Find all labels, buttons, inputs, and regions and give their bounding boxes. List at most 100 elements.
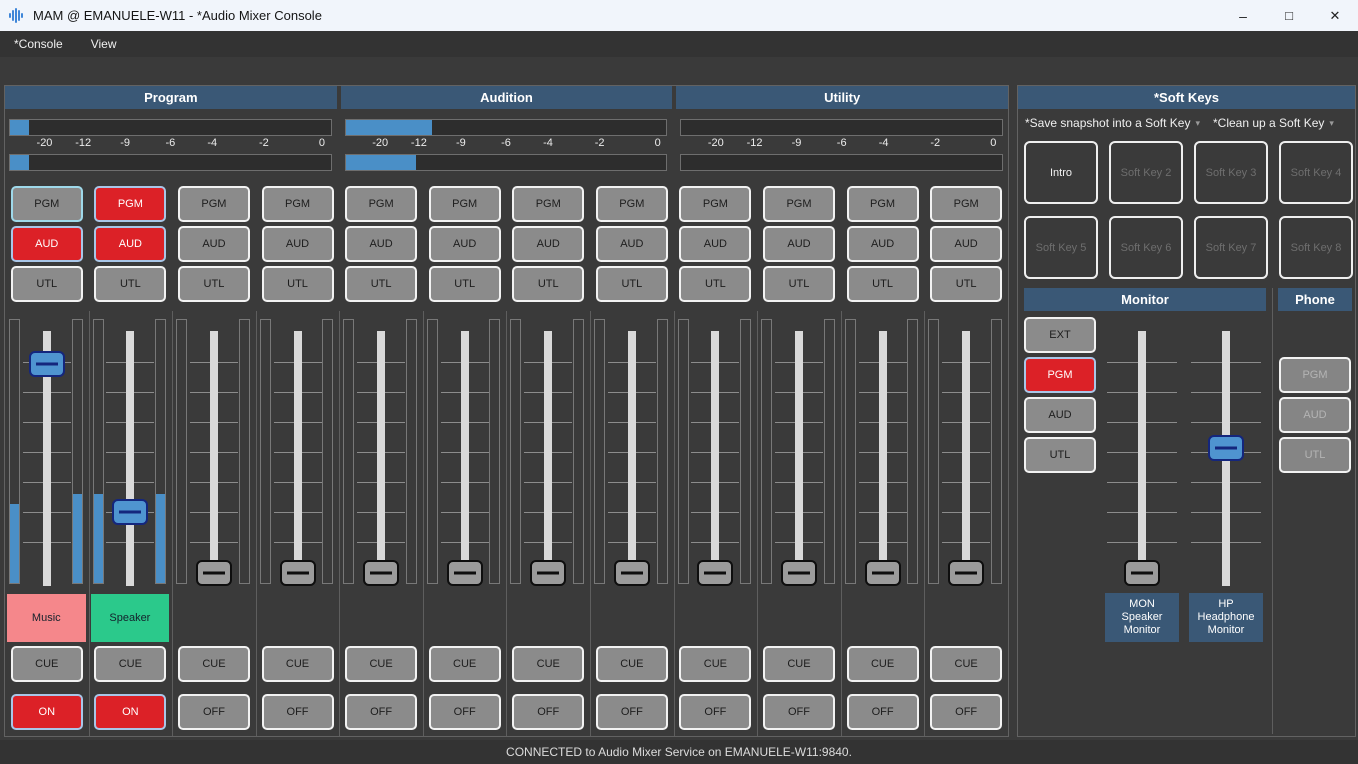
- cue-button[interactable]: CUE: [429, 646, 501, 682]
- power-button[interactable]: OFF: [178, 694, 250, 730]
- power-button[interactable]: OFF: [262, 694, 334, 730]
- power-button[interactable]: OFF: [512, 694, 584, 730]
- fader-handle[interactable]: [280, 560, 316, 586]
- fader-area: [590, 311, 674, 596]
- cue-button[interactable]: CUE: [763, 646, 835, 682]
- utl-bus-button[interactable]: UTL: [178, 266, 250, 302]
- fader-handle[interactable]: [530, 560, 566, 586]
- fader-handle[interactable]: [781, 560, 817, 586]
- utl-bus-button[interactable]: UTL: [1279, 437, 1351, 473]
- soft-key-button[interactable]: Intro: [1024, 141, 1098, 204]
- power-button[interactable]: OFF: [596, 694, 668, 730]
- pgm-bus-button[interactable]: PGM: [178, 186, 250, 222]
- utl-bus-button[interactable]: UTL: [11, 266, 83, 302]
- cue-button[interactable]: CUE: [94, 646, 166, 682]
- utl-bus-button[interactable]: UTL: [596, 266, 668, 302]
- fader-handle[interactable]: [363, 560, 399, 586]
- soft-key-button[interactable]: Soft Key 5: [1024, 216, 1098, 279]
- soft-key-button[interactable]: Soft Key 7: [1194, 216, 1268, 279]
- aud-bus-button[interactable]: AUD: [262, 226, 334, 262]
- power-button[interactable]: OFF: [345, 694, 417, 730]
- power-button[interactable]: OFF: [429, 694, 501, 730]
- soft-key-button[interactable]: Soft Key 2: [1109, 141, 1183, 204]
- fader-handle[interactable]: [948, 560, 984, 586]
- channel-strip: PGM AUD UTL CUE OFF: [339, 186, 423, 736]
- utl-bus-button[interactable]: UTL: [847, 266, 919, 302]
- pgm-bus-button[interactable]: PGM: [596, 186, 668, 222]
- pgm-bus-button[interactable]: PGM: [345, 186, 417, 222]
- save-snapshot-dropdown[interactable]: *Save snapshot into a Soft Key ▾: [1025, 116, 1200, 130]
- fader-handle[interactable]: [865, 560, 901, 586]
- cue-button[interactable]: CUE: [262, 646, 334, 682]
- cue-button[interactable]: CUE: [596, 646, 668, 682]
- fader-handle[interactable]: [29, 351, 65, 377]
- aud-bus-button[interactable]: AUD: [94, 226, 166, 262]
- aud-bus-button[interactable]: AUD: [847, 226, 919, 262]
- utl-bus-button[interactable]: UTL: [930, 266, 1002, 302]
- aud-bus-button[interactable]: AUD: [679, 226, 751, 262]
- aud-bus-button[interactable]: AUD: [512, 226, 584, 262]
- cue-button[interactable]: CUE: [345, 646, 417, 682]
- aud-bus-button[interactable]: AUD: [1279, 397, 1351, 433]
- fader-handle[interactable]: [697, 560, 733, 586]
- utl-bus-button[interactable]: UTL: [512, 266, 584, 302]
- aud-bus-button[interactable]: AUD: [596, 226, 668, 262]
- ext-bus-button[interactable]: EXT: [1024, 317, 1096, 353]
- close-button[interactable]: ✕: [1312, 0, 1358, 31]
- power-button[interactable]: OFF: [679, 694, 751, 730]
- aud-bus-button[interactable]: AUD: [1024, 397, 1096, 433]
- minimize-button[interactable]: –: [1220, 0, 1266, 31]
- fader-handle[interactable]: [112, 499, 148, 525]
- power-button[interactable]: OFF: [930, 694, 1002, 730]
- pgm-bus-button[interactable]: PGM: [94, 186, 166, 222]
- aud-bus-button[interactable]: AUD: [930, 226, 1002, 262]
- menu-view[interactable]: View: [77, 37, 131, 51]
- utl-bus-button[interactable]: UTL: [429, 266, 501, 302]
- pgm-bus-button[interactable]: PGM: [847, 186, 919, 222]
- fader-area: [172, 311, 256, 596]
- soft-key-button[interactable]: Soft Key 6: [1109, 216, 1183, 279]
- fader-handle[interactable]: [447, 560, 483, 586]
- power-button[interactable]: OFF: [847, 694, 919, 730]
- pgm-bus-button[interactable]: PGM: [763, 186, 835, 222]
- clean-softkey-dropdown[interactable]: *Clean up a Soft Key ▾: [1213, 116, 1334, 130]
- pgm-bus-button[interactable]: PGM: [679, 186, 751, 222]
- aud-bus-button[interactable]: AUD: [763, 226, 835, 262]
- pgm-bus-button[interactable]: PGM: [1279, 357, 1351, 393]
- power-button[interactable]: ON: [94, 694, 166, 730]
- power-button[interactable]: ON: [11, 694, 83, 730]
- soft-key-button[interactable]: Soft Key 8: [1279, 216, 1353, 279]
- cue-button[interactable]: CUE: [11, 646, 83, 682]
- cue-button[interactable]: CUE: [178, 646, 250, 682]
- aud-bus-button[interactable]: AUD: [178, 226, 250, 262]
- pgm-bus-button[interactable]: PGM: [1024, 357, 1096, 393]
- pgm-bus-button[interactable]: PGM: [262, 186, 334, 222]
- cue-button[interactable]: CUE: [930, 646, 1002, 682]
- power-button[interactable]: OFF: [763, 694, 835, 730]
- fader-handle[interactable]: [196, 560, 232, 586]
- soft-key-button[interactable]: Soft Key 4: [1279, 141, 1353, 204]
- pgm-bus-button[interactable]: PGM: [429, 186, 501, 222]
- fader-handle[interactable]: [1124, 560, 1160, 586]
- pgm-bus-button[interactable]: PGM: [930, 186, 1002, 222]
- pgm-bus-button[interactable]: PGM: [11, 186, 83, 222]
- utl-bus-button[interactable]: UTL: [345, 266, 417, 302]
- pgm-bus-button[interactable]: PGM: [512, 186, 584, 222]
- channel-label: [676, 594, 755, 642]
- cue-button[interactable]: CUE: [679, 646, 751, 682]
- menu-console[interactable]: *Console: [0, 37, 77, 51]
- utl-bus-button[interactable]: UTL: [262, 266, 334, 302]
- aud-bus-button[interactable]: AUD: [429, 226, 501, 262]
- fader-handle[interactable]: [614, 560, 650, 586]
- utl-bus-button[interactable]: UTL: [94, 266, 166, 302]
- cue-button[interactable]: CUE: [512, 646, 584, 682]
- soft-key-button[interactable]: Soft Key 3: [1194, 141, 1268, 204]
- fader-handle[interactable]: [1208, 435, 1244, 461]
- utl-bus-button[interactable]: UTL: [1024, 437, 1096, 473]
- cue-button[interactable]: CUE: [847, 646, 919, 682]
- utl-bus-button[interactable]: UTL: [679, 266, 751, 302]
- aud-bus-button[interactable]: AUD: [345, 226, 417, 262]
- utl-bus-button[interactable]: UTL: [763, 266, 835, 302]
- maximize-button[interactable]: □: [1266, 0, 1312, 31]
- aud-bus-button[interactable]: AUD: [11, 226, 83, 262]
